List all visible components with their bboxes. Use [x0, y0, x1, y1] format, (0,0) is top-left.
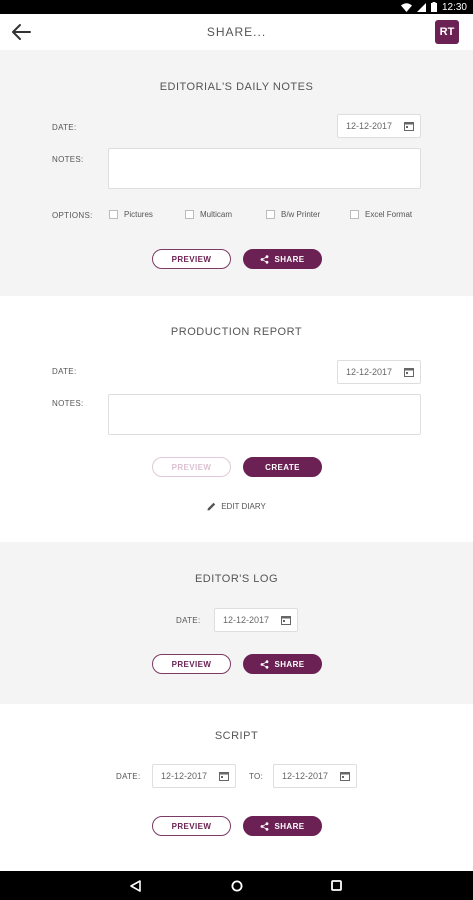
calendar-icon	[219, 772, 229, 781]
option-excel-format-label: Excel Format	[365, 210, 413, 219]
daily-notes-date-field[interactable]: 12-12-2017	[337, 114, 421, 138]
option-multicam-label: Multicam	[200, 210, 233, 219]
production-report-date-field[interactable]: 12-12-2017	[337, 360, 421, 384]
option-bw-printer[interactable]: B/w Printer	[266, 210, 320, 219]
daily-notes-notes-input[interactable]	[108, 148, 421, 189]
option-bw-printer-checkbox[interactable]	[266, 210, 275, 219]
editors-log-title: EDITOR'S LOG	[194, 573, 279, 585]
daily-notes-share-label: SHARE	[274, 254, 305, 264]
production-report-date-value: 12-12-2017	[346, 367, 393, 377]
daily-notes-preview-button[interactable]: PREVIEW	[152, 249, 231, 269]
editors-log-preview-button[interactable]: PREVIEW	[152, 654, 231, 674]
script-share-label: SHARE	[274, 821, 305, 831]
daily-notes-date-label: DATE:	[52, 123, 77, 132]
script-share-button[interactable]: SHARE	[243, 816, 322, 836]
daily-notes-preview-label: PREVIEW	[171, 254, 212, 264]
app-logo: RT	[435, 20, 459, 44]
daily-notes-section: EDITORIAL'S DAILY NOTES DATE: 12-12-2017…	[0, 50, 473, 296]
option-multicam[interactable]: Multicam	[185, 210, 232, 219]
nav-back-icon[interactable]	[130, 880, 141, 892]
script-date-value: 12-12-2017	[161, 771, 208, 781]
share-icon	[261, 254, 269, 264]
wifi-icon	[400, 2, 412, 12]
script-to-label: TO:	[249, 772, 264, 781]
editors-log-preview-label: PREVIEW	[171, 659, 212, 669]
production-report-notes-label: NOTES:	[52, 399, 84, 408]
signal-icon	[416, 2, 426, 12]
production-report-create-label: CREATE	[265, 462, 300, 472]
option-bw-printer-label: B/w Printer	[281, 210, 321, 219]
calendar-icon	[340, 772, 350, 781]
option-pictures-label: Pictures	[124, 210, 153, 219]
production-report-preview-button[interactable]: PREVIEW	[152, 457, 231, 477]
script-date-field[interactable]: 12-12-2017	[152, 764, 236, 788]
editors-log-section: EDITOR'S LOG DATE: 12-12-2017 PREVIEW SH…	[0, 542, 473, 704]
option-multicam-checkbox[interactable]	[185, 210, 194, 219]
editors-log-date-label: DATE:	[176, 616, 201, 625]
daily-notes-notes-label: NOTES:	[52, 155, 84, 164]
editors-log-date-value: 12-12-2017	[223, 615, 270, 625]
script-title: SCRIPT	[214, 730, 259, 742]
status-time: 12:30	[441, 1, 467, 13]
production-report-title: PRODUCTION REPORT	[170, 326, 303, 338]
page-title: SHARE...	[206, 25, 267, 39]
option-pictures-checkbox[interactable]	[109, 210, 118, 219]
pencil-icon	[207, 502, 216, 511]
production-report-preview-label: PREVIEW	[171, 462, 212, 472]
script-preview-button[interactable]: PREVIEW	[152, 816, 231, 836]
calendar-icon	[281, 616, 291, 625]
share-icon	[261, 659, 269, 669]
edit-diary-link[interactable]: EDIT DIARY	[0, 502, 473, 511]
navigation-bar	[0, 871, 473, 900]
editors-log-share-button[interactable]: SHARE	[243, 654, 322, 674]
status-bar: 12:30	[0, 0, 473, 14]
daily-notes-date-value: 12-12-2017	[346, 121, 393, 131]
script-to-value: 12-12-2017	[282, 771, 329, 781]
editors-log-date-field[interactable]: 12-12-2017	[214, 608, 298, 632]
share-icon	[261, 821, 269, 831]
script-section: SCRIPT DATE: 12-12-2017 TO: 12-12-2017 P…	[0, 704, 473, 871]
script-preview-label: PREVIEW	[171, 821, 212, 831]
app-bar: SHARE... RT	[0, 14, 473, 50]
script-date-label: DATE:	[116, 772, 141, 781]
nav-recents-icon[interactable]	[331, 880, 342, 891]
option-excel-format[interactable]: Excel Format	[350, 210, 412, 219]
edit-diary-label: EDIT DIARY	[221, 502, 266, 511]
battery-icon	[430, 2, 437, 12]
daily-notes-options-label: OPTIONS:	[52, 211, 93, 220]
daily-notes-share-button[interactable]: SHARE	[243, 249, 322, 269]
daily-notes-title: EDITORIAL'S DAILY NOTES	[159, 81, 314, 93]
production-report-date-label: DATE:	[52, 367, 77, 376]
script-to-field[interactable]: 12-12-2017	[273, 764, 357, 788]
option-pictures[interactable]: Pictures	[109, 210, 153, 219]
option-excel-format-checkbox[interactable]	[350, 210, 359, 219]
status-icons: 12:30	[400, 0, 467, 14]
nav-home-icon[interactable]	[231, 880, 243, 892]
calendar-icon	[404, 368, 414, 377]
calendar-icon	[404, 122, 414, 131]
production-report-create-button[interactable]: CREATE	[243, 457, 322, 477]
editors-log-share-label: SHARE	[274, 659, 305, 669]
production-report-notes-input[interactable]	[108, 394, 421, 435]
